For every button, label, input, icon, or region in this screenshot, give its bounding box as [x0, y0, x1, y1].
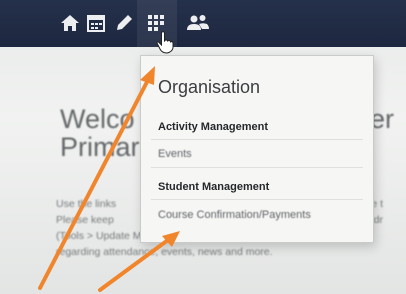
welcome-heading: Welco Primar — [60, 104, 140, 162]
organisation-dropdown-menu: Organisation Activity Management Events … — [140, 55, 374, 243]
people-icon[interactable] — [186, 13, 210, 33]
top-navigation-bar — [0, 0, 406, 47]
menu-item-course-confirmation-payments[interactable]: Course Confirmation/Payments — [158, 209, 311, 221]
divider — [151, 199, 363, 200]
calendar-icon[interactable] — [86, 13, 106, 33]
section-activity-management: Activity Management — [158, 121, 269, 133]
dropdown-heading: Organisation — [158, 77, 261, 97]
pencil-icon[interactable] — [114, 13, 134, 33]
home-icon[interactable] — [60, 13, 80, 33]
section-student-management: Student Management — [158, 181, 270, 193]
menu-item-events[interactable]: Events — [158, 148, 192, 160]
divider — [151, 139, 363, 140]
hand-cursor-icon — [156, 31, 174, 54]
divider — [151, 167, 363, 168]
